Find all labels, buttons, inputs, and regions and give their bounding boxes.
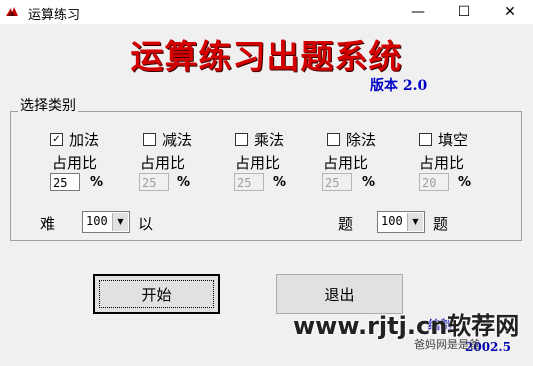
checkbox-add[interactable]: ✓ 加法 bbox=[50, 129, 99, 150]
close-icon: ✕ bbox=[504, 4, 516, 20]
ratio-input-add[interactable]: 25 bbox=[50, 173, 80, 191]
title-bar[interactable]: 运算练习 — ☐ ✕ bbox=[0, 0, 533, 24]
checkbox-box-icon[interactable] bbox=[419, 133, 432, 146]
ratio-label-fill-blank: 占用比 bbox=[419, 154, 465, 172]
percent-sign: % bbox=[458, 175, 472, 190]
maximize-button[interactable]: ☐ bbox=[441, 0, 487, 24]
watermark-subtext: 爸妈网是是爸 bbox=[414, 338, 480, 351]
difficulty-select[interactable]: 100 ▼ bbox=[82, 211, 130, 233]
minimize-button[interactable]: — bbox=[395, 0, 441, 24]
percent-sign: % bbox=[273, 175, 287, 190]
close-button[interactable]: ✕ bbox=[487, 0, 533, 24]
ratio-input-multiply[interactable]: 25 bbox=[234, 173, 264, 191]
ratio-label-divide: 占用比 bbox=[323, 154, 369, 172]
checkbox-multiply[interactable]: 乘法 bbox=[235, 129, 284, 150]
watermark-text: www.rjtj.cn软荐网 bbox=[293, 312, 520, 340]
chevron-down-icon[interactable]: ▼ bbox=[112, 213, 128, 231]
check-icon[interactable]: ✓ bbox=[50, 133, 63, 146]
count-prefix: 题 bbox=[338, 215, 354, 233]
app-title: 运算练习出题系统 bbox=[130, 37, 403, 76]
ratio-input-subtract[interactable]: 25 bbox=[139, 173, 169, 191]
percent-sign: % bbox=[362, 175, 376, 190]
ratio-label-multiply: 占用比 bbox=[235, 154, 281, 172]
checkbox-subtract[interactable]: 减法 bbox=[143, 129, 192, 150]
difficulty-value: 100 bbox=[86, 214, 108, 228]
count-suffix: 题 bbox=[433, 215, 449, 233]
checkbox-box-icon[interactable] bbox=[143, 133, 156, 146]
bird-icon bbox=[6, 7, 18, 16]
focus-rectangle bbox=[99, 280, 214, 308]
chevron-down-icon[interactable]: ▼ bbox=[407, 213, 423, 231]
start-button[interactable]: 开始 bbox=[93, 274, 220, 314]
ratio-label-add: 占用比 bbox=[52, 154, 98, 172]
question-count-select[interactable]: 100 ▼ bbox=[377, 211, 425, 233]
ratio-input-fill-blank[interactable]: 20 bbox=[419, 173, 449, 191]
window-title: 运算练习 bbox=[28, 8, 81, 23]
checkbox-box-icon[interactable] bbox=[235, 133, 248, 146]
difficulty-suffix: 以 bbox=[138, 215, 154, 233]
checkbox-box-icon[interactable] bbox=[327, 133, 340, 146]
ratio-input-divide[interactable]: 25 bbox=[322, 173, 352, 191]
checkbox-divide[interactable]: 除法 bbox=[327, 129, 376, 150]
version-label: 版本 2.0 bbox=[370, 78, 428, 94]
difficulty-prefix: 难 bbox=[40, 215, 56, 233]
percent-sign: % bbox=[177, 175, 191, 190]
minimize-icon: — bbox=[411, 4, 425, 20]
ratio-label-subtract: 占用比 bbox=[140, 154, 186, 172]
groupbox-label: 选择类别 bbox=[18, 95, 78, 115]
maximize-icon: ☐ bbox=[457, 4, 471, 20]
question-count-value: 100 bbox=[381, 214, 403, 228]
checkbox-fill-blank[interactable]: 填空 bbox=[419, 129, 468, 150]
percent-sign: % bbox=[90, 175, 104, 190]
